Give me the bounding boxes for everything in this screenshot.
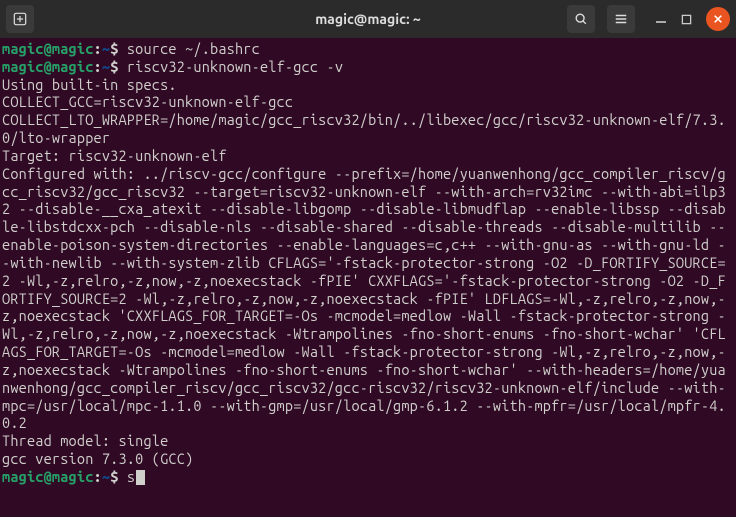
command-text: s: [127, 468, 135, 485]
prompt-colon: :: [94, 468, 102, 485]
prompt-colon: :: [94, 58, 102, 75]
output-line: Using built-in specs.: [2, 76, 177, 93]
output-line: COLLECT_GCC=riscv32-unknown-elf-gcc: [2, 93, 293, 110]
close-button[interactable]: [706, 7, 730, 31]
prompt-userhost: magic@magic: [2, 40, 94, 57]
prompt-colon: :: [94, 40, 102, 57]
maximize-button[interactable]: [681, 14, 692, 25]
prompt-path: ~: [102, 468, 110, 485]
prompt-userhost: magic@magic: [2, 468, 94, 485]
menu-button[interactable]: [607, 5, 635, 33]
command-text: riscv32-unknown-elf-gcc -v: [127, 58, 343, 75]
output-line: Configured with: ../riscv-gcc/configure …: [2, 165, 726, 432]
output-line: Target: riscv32-unknown-elf: [2, 147, 227, 164]
output-line: gcc version 7.3.0 (GCC): [2, 450, 193, 467]
window-title: magic@magic: ~: [247, 11, 488, 27]
prompt-dollar: $: [110, 468, 127, 485]
prompt-path: ~: [102, 58, 110, 75]
prompt-dollar: $: [110, 40, 127, 57]
terminal-area[interactable]: magic@magic:~$ source ~/.bashrc magic@ma…: [0, 38, 736, 488]
minimize-button[interactable]: [655, 13, 667, 25]
prompt-path: ~: [102, 40, 110, 57]
output-line: Thread model: single: [2, 432, 168, 449]
prompt-userhost: magic@magic: [2, 58, 94, 75]
command-text: source ~/.bashrc: [127, 40, 260, 57]
output-line: COLLECT_LTO_WRAPPER=/home/magic/gcc_risc…: [2, 111, 726, 146]
cursor: [136, 470, 145, 485]
prompt-dollar: $: [110, 58, 127, 75]
new-tab-button[interactable]: [6, 5, 34, 33]
search-button[interactable]: [567, 5, 595, 33]
titlebar: magic@magic: ~: [0, 0, 736, 38]
